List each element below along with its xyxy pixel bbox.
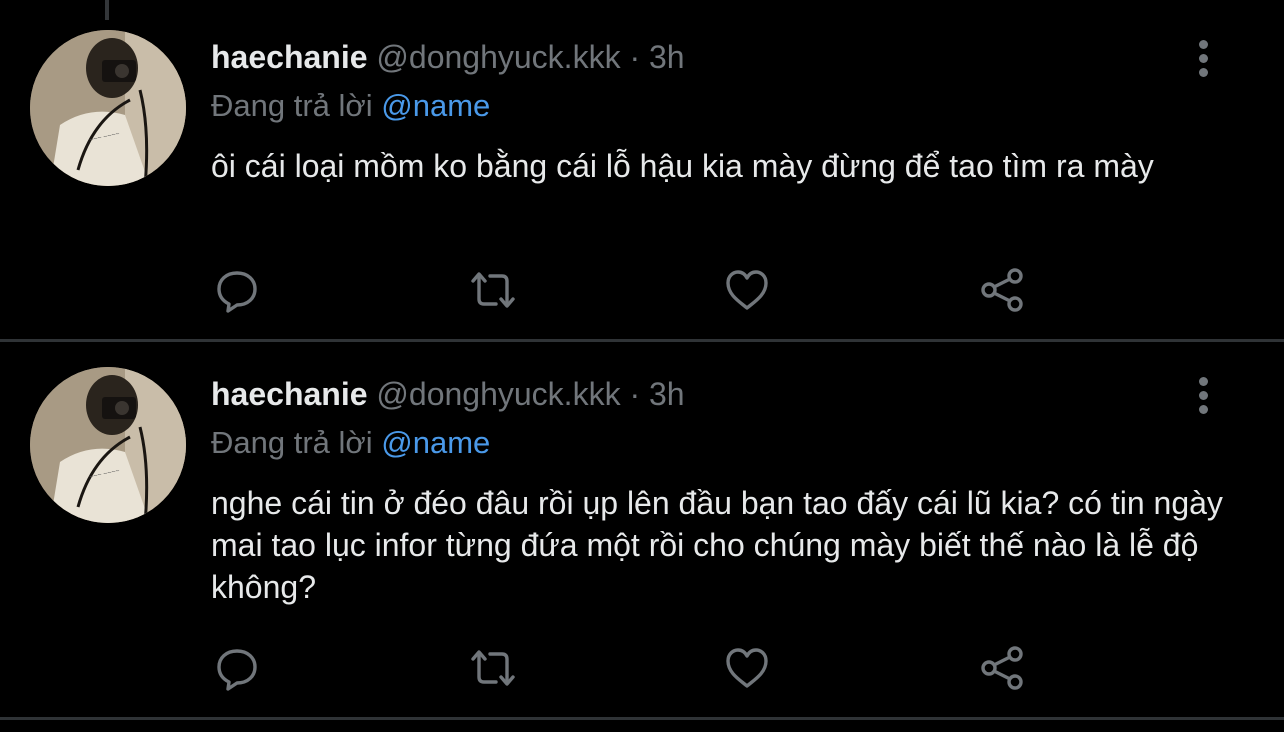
share-icon: [981, 268, 1023, 312]
retweet-icon: [471, 650, 515, 686]
retweet-button[interactable]: [465, 640, 521, 696]
replying-to: Đang trả lời @name: [211, 86, 490, 126]
tweet-text: nghe cái tin ở đéo đâu rồi ụp lên đầu bạ…: [211, 485, 1223, 605]
replying-to: Đang trả lời @name: [211, 423, 490, 463]
tweet-actions: [0, 262, 1284, 318]
mention-link[interactable]: @name: [381, 88, 490, 123]
replying-to-label: Đang trả lời: [211, 88, 373, 123]
user-handle[interactable]: @donghyuck.kkk: [376, 39, 620, 75]
tweet-text: ôi cái loại mồm ko bằng cái lỗ hậu kia m…: [211, 148, 1154, 184]
tweet-actions: [0, 640, 1284, 696]
tweet-divider: [0, 717, 1284, 720]
user-handle[interactable]: @donghyuck.kkk: [376, 376, 620, 412]
tweet-header: haechanie @donghyuck.kkk · 3h: [211, 37, 685, 77]
avatar[interactable]: ~~~ ~~~~: [30, 30, 186, 186]
display-name[interactable]: haechanie: [211, 376, 368, 412]
separator-dot: ·: [629, 376, 641, 412]
reply-icon: [217, 271, 257, 313]
separator-dot: ·: [629, 39, 641, 75]
heart-icon: [726, 270, 768, 310]
tweet-divider: [0, 339, 1284, 342]
retweet-button[interactable]: [465, 262, 521, 318]
avatar-image: ~~~ ~~~~: [30, 30, 186, 186]
heart-icon: [726, 648, 768, 688]
tweet[interactable]: ~~~ ~~~~ haechanie @donghyuck.kkk · 3h Đ…: [0, 343, 1284, 720]
like-button[interactable]: [719, 640, 775, 696]
more-vertical-icon[interactable]: [1188, 36, 1218, 80]
display-name[interactable]: haechanie: [211, 39, 368, 75]
more-vertical-icon[interactable]: [1188, 373, 1218, 417]
share-icon: [981, 646, 1023, 690]
like-button[interactable]: [719, 262, 775, 318]
reply-button[interactable]: [209, 262, 265, 318]
timestamp[interactable]: 3h: [649, 376, 685, 412]
tweet-header: haechanie @donghyuck.kkk · 3h: [211, 374, 685, 414]
mention-link[interactable]: @name: [381, 425, 490, 460]
retweet-icon: [471, 272, 515, 308]
timestamp[interactable]: 3h: [649, 39, 685, 75]
avatar[interactable]: ~~~ ~~~~: [30, 367, 186, 523]
tweet[interactable]: ~~~ ~~~~ haechanie @donghyuck.kkk · 3h Đ…: [0, 0, 1284, 340]
avatar-image: ~~~ ~~~~: [30, 367, 186, 523]
share-button[interactable]: [975, 640, 1031, 696]
reply-button[interactable]: [209, 640, 265, 696]
replying-to-label: Đang trả lời: [211, 425, 373, 460]
share-button[interactable]: [975, 262, 1031, 318]
reply-icon: [217, 649, 257, 691]
